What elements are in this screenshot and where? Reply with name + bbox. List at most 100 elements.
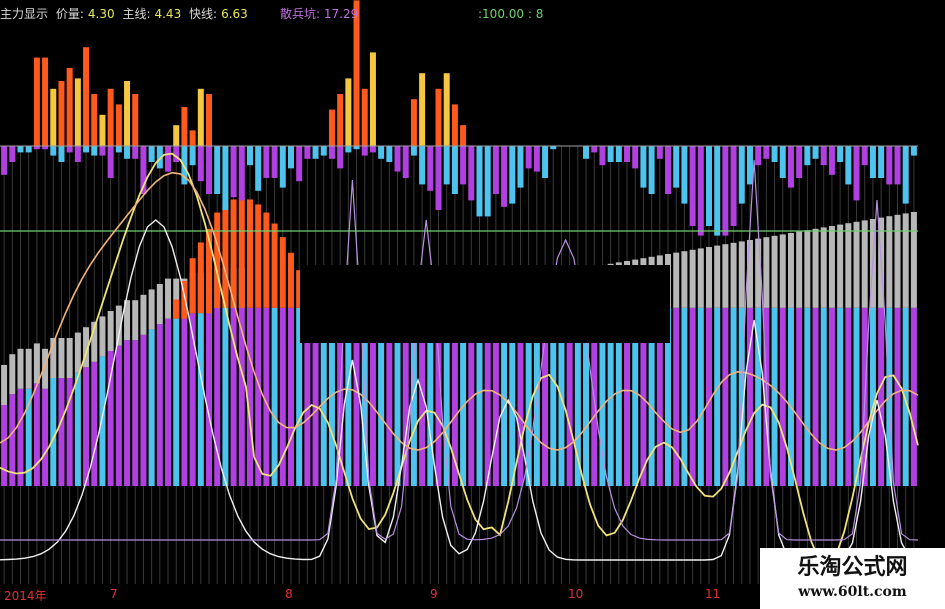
mid-bar	[214, 146, 221, 194]
lower-bar	[878, 307, 885, 486]
mid-bar	[1, 146, 8, 175]
lower-bar	[894, 307, 901, 486]
mid-bar	[525, 146, 532, 169]
lower-orange-bar	[222, 204, 229, 308]
lower-gray-bar	[689, 249, 696, 308]
mid-bar	[115, 146, 122, 153]
top-bar	[189, 130, 196, 146]
lower-bar	[222, 307, 229, 486]
indicator-legend: 主力显示 价量: 4.30 主线: 4.43 快线: 6.63	[0, 4, 252, 24]
lower-gray-bar	[697, 248, 704, 308]
lower-bar	[50, 378, 57, 486]
mid-bar	[435, 146, 442, 210]
lower-bar	[17, 388, 24, 486]
mid-bar	[533, 146, 540, 172]
mid-bar	[50, 146, 57, 156]
mid-bar	[99, 146, 106, 156]
top-bar	[91, 94, 98, 146]
lower-orange-bar	[263, 212, 270, 308]
mid-bar	[902, 146, 909, 204]
mid-bar	[279, 146, 286, 188]
lower-gray-bar	[17, 348, 24, 389]
lower-gray-bar	[804, 230, 811, 308]
mid-bar	[263, 146, 270, 178]
top-bar	[181, 107, 188, 146]
mid-bar	[222, 146, 229, 210]
lower-gray-bar	[99, 316, 106, 357]
watermark: 乐淘公式网 www.60lt.com	[760, 548, 945, 609]
mid-bar	[287, 146, 294, 169]
mid-bar	[476, 146, 483, 217]
lower-gray-bar	[58, 338, 65, 378]
mid-bar	[517, 146, 524, 188]
mid-bar	[837, 146, 844, 162]
main-line-label: 主线:	[122, 7, 151, 21]
top-bar	[132, 94, 139, 146]
retail-indicator: 散兵坑: 17.29	[280, 4, 358, 24]
mid-bar	[828, 146, 835, 175]
mid-bar	[509, 146, 516, 204]
mid-bar	[607, 146, 614, 162]
lower-bar	[42, 388, 49, 486]
lower-gray-bar	[845, 223, 852, 308]
mid-bar	[771, 146, 778, 162]
lower-bar	[828, 307, 835, 486]
lower-gray-bar	[910, 212, 917, 308]
lower-bar	[33, 383, 40, 486]
mid-bar	[296, 146, 303, 182]
mid-bar	[74, 146, 81, 162]
mid-bar	[369, 146, 376, 153]
lower-bar	[910, 307, 917, 486]
fast-line-value: 6.63	[221, 7, 248, 21]
mid-bar	[148, 146, 155, 162]
blank-overlay	[300, 265, 670, 343]
mid-bar	[328, 146, 335, 159]
lower-bar	[845, 307, 852, 486]
mid-bar	[394, 146, 401, 172]
top-bar	[328, 109, 335, 146]
mid-bar	[705, 146, 712, 226]
lower-orange-bar	[197, 242, 204, 314]
mid-bar	[787, 146, 794, 188]
mid-bar	[632, 146, 639, 169]
lower-bar	[271, 307, 278, 486]
watermark-url: www.60lt.com	[798, 584, 907, 600]
lower-gray-bar	[705, 247, 712, 308]
lower-bar	[714, 307, 721, 486]
lower-gray-bar	[886, 216, 893, 308]
lower-gray-bar	[107, 311, 114, 351]
price-label: 价量:	[55, 7, 84, 21]
lower-gray-bar	[722, 244, 729, 308]
x-tick-label: 9	[430, 587, 438, 601]
mid-bar	[910, 146, 917, 156]
lower-gray-bar	[74, 332, 81, 373]
lower-gray-bar	[156, 284, 163, 324]
price-value: 4.30	[87, 7, 115, 21]
lower-orange-bar	[279, 237, 286, 308]
mid-bar	[796, 146, 803, 178]
top-bar	[33, 57, 40, 146]
mid-bar	[197, 146, 204, 182]
x-tick-label: 8	[285, 587, 293, 601]
mid-bar	[853, 146, 860, 201]
lower-bar	[673, 307, 680, 486]
mid-bar	[189, 146, 196, 166]
lower-bar	[853, 307, 860, 486]
lower-bar	[189, 313, 196, 486]
x-tick-label: 11	[705, 587, 721, 601]
lower-bar	[771, 307, 778, 486]
lower-bar	[99, 356, 106, 486]
lower-gray-bar	[894, 214, 901, 308]
lower-gray-bar	[812, 228, 819, 308]
lower-bar	[238, 307, 245, 486]
lower-gray-bar	[33, 343, 40, 384]
top-bar	[460, 125, 467, 146]
mid-bar	[58, 146, 65, 162]
mid-bar	[697, 146, 704, 236]
lower-orange-bar	[246, 199, 253, 308]
mid-bar	[714, 146, 721, 236]
lower-gray-bar	[714, 245, 721, 308]
lower-gray-bar	[779, 234, 786, 308]
lower-orange-bar	[287, 252, 294, 308]
mid-bar	[165, 146, 172, 172]
